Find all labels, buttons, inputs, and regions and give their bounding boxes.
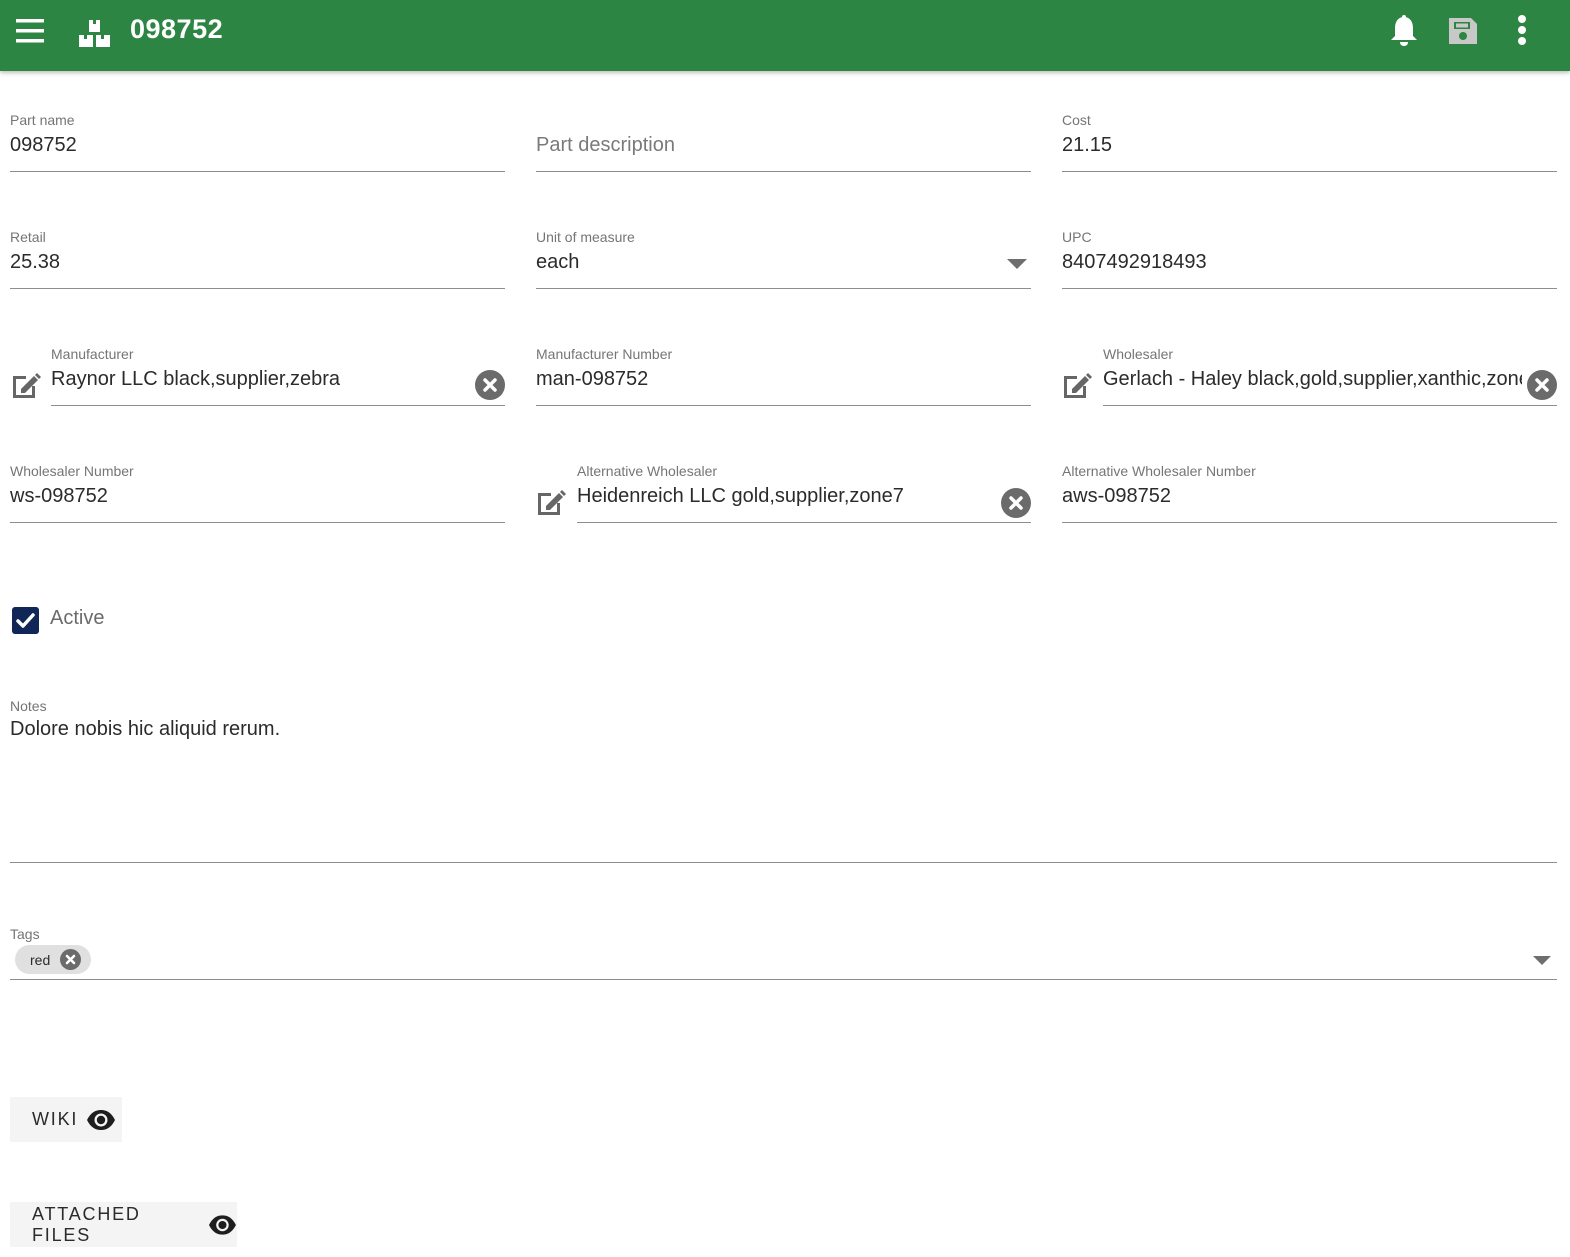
cost-field[interactable]: Cost 21.15 — [1062, 112, 1557, 172]
upc-input[interactable]: 8407492918493 — [1062, 251, 1207, 274]
edit-alternative-wholesaler-icon[interactable] — [535, 487, 567, 517]
wholesaler-input[interactable]: Gerlach - Haley black,gold,supplier,xant… — [1103, 368, 1522, 391]
boxes-icon — [79, 20, 110, 47]
retail-input[interactable]: 25.38 — [10, 251, 60, 274]
retail-label: Retail — [10, 229, 46, 245]
wholesaler-field[interactable]: Wholesaler Gerlach - Haley black,gold,su… — [1103, 346, 1557, 406]
app-bar: 098752 — [0, 0, 1570, 71]
alternative-wholesaler-number-input[interactable]: aws-098752 — [1062, 485, 1171, 508]
part-description-input[interactable]: Part description — [536, 134, 675, 157]
manufacturer-number-label: Manufacturer Number — [536, 346, 673, 362]
eye-icon — [87, 1109, 116, 1130]
tags-field[interactable]: Tags red — [10, 926, 1557, 980]
eye-icon — [209, 1214, 237, 1235]
manufacturer-label: Manufacturer — [51, 346, 134, 362]
clear-alternative-wholesaler-icon[interactable] — [1001, 488, 1031, 518]
bell-icon[interactable] — [1388, 14, 1420, 48]
part-description-field[interactable]: Part description — [536, 112, 1031, 172]
part-name-field[interactable]: Part name 098752 — [10, 112, 505, 172]
attached-files-button-label: ATTACHED FILES — [32, 1203, 141, 1245]
clear-wholesaler-icon[interactable] — [1527, 370, 1557, 400]
notes-field[interactable]: Notes Dolore nobis hic aliquid rerum. — [10, 698, 1557, 863]
tag-chip: red — [15, 945, 91, 974]
wholesaler-number-label: Wholesaler Number — [10, 463, 134, 479]
manufacturer-field[interactable]: Manufacturer Raynor LLC black,supplier,z… — [51, 346, 505, 406]
alternative-wholesaler-number-label: Alternative Wholesaler Number — [1062, 463, 1256, 479]
retail-field[interactable]: Retail 25.38 — [10, 229, 505, 289]
wholesaler-label: Wholesaler — [1103, 346, 1174, 362]
alternative-wholesaler-input[interactable]: Heidenreich LLC gold,supplier,zone7 — [577, 485, 991, 508]
notes-label: Notes — [10, 698, 47, 714]
page-title: 098752 — [130, 14, 224, 44]
unit-of-measure-select[interactable]: Unit of measure each — [536, 229, 1031, 289]
alternative-wholesaler-label: Alternative Wholesaler — [577, 463, 718, 479]
upc-field[interactable]: UPC 8407492918493 — [1062, 229, 1557, 289]
dropdown-caret-icon[interactable] — [1007, 259, 1027, 269]
manufacturer-number-field[interactable]: Manufacturer Number man-098752 — [536, 346, 1031, 406]
wiki-button[interactable]: WIKI — [10, 1097, 122, 1142]
more-vert-icon[interactable] — [1506, 14, 1538, 48]
notes-textarea[interactable]: Dolore nobis hic aliquid rerum. — [10, 718, 280, 741]
check-icon — [16, 613, 35, 628]
part-name-input[interactable]: 098752 — [10, 134, 77, 157]
unit-of-measure-label: Unit of measure — [536, 229, 635, 245]
cost-input[interactable]: 21.15 — [1062, 134, 1112, 157]
active-label: Active — [50, 607, 105, 629]
tags-dropdown-caret-icon[interactable] — [1533, 956, 1551, 965]
unit-of-measure-value[interactable]: each — [536, 251, 579, 274]
edit-manufacturer-icon[interactable] — [10, 370, 42, 400]
wiki-button-label: WIKI — [32, 1109, 79, 1129]
wholesaler-number-field[interactable]: Wholesaler Number ws-098752 — [10, 463, 505, 523]
wholesaler-number-input[interactable]: ws-098752 — [10, 485, 108, 508]
part-name-label: Part name — [10, 112, 75, 128]
alternative-wholesaler-field[interactable]: Alternative Wholesaler Heidenreich LLC g… — [577, 463, 1031, 523]
cost-label: Cost — [1062, 112, 1091, 128]
clear-manufacturer-icon[interactable] — [475, 370, 505, 400]
edit-wholesaler-icon[interactable] — [1061, 370, 1093, 400]
remove-tag-icon[interactable] — [60, 949, 81, 970]
manufacturer-number-input[interactable]: man-098752 — [536, 368, 648, 391]
active-checkbox[interactable] — [12, 607, 39, 634]
alternative-wholesaler-number-field[interactable]: Alternative Wholesaler Number aws-098752 — [1062, 463, 1557, 523]
tag-chip-label: red — [30, 951, 51, 968]
tags-label: Tags — [10, 926, 40, 942]
save-icon[interactable] — [1447, 14, 1479, 48]
manufacturer-input[interactable]: Raynor LLC black,supplier,zebra — [51, 368, 465, 391]
attached-files-button[interactable]: ATTACHED FILES — [10, 1202, 237, 1247]
menu-icon[interactable] — [16, 18, 44, 44]
upc-label: UPC — [1062, 229, 1092, 245]
